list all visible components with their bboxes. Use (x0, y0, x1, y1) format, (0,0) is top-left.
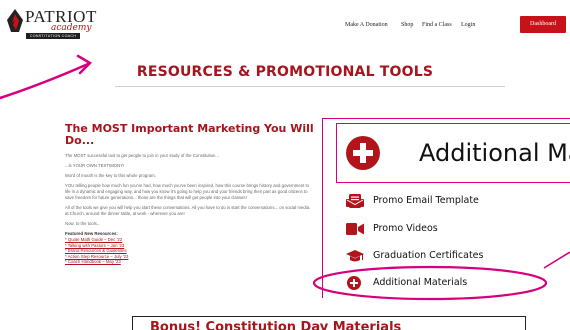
nav-find-a-class[interactable]: Find a Class (422, 18, 452, 32)
article-paragraph: The MOST successful tool to get people t… (65, 153, 219, 158)
resource-label: Additional Materials (373, 277, 468, 288)
bonus-section-title: Bonus! Constitution Day Materials (150, 320, 402, 330)
resource-label: Promo Email Template (373, 195, 479, 206)
resource-label: Promo Videos (373, 223, 438, 234)
nav-make-a-donation[interactable]: Make A Donation (345, 18, 388, 32)
article-paragraph: YOU telling people how much fun you've h… (65, 183, 310, 200)
nav-shop[interactable]: Shop (401, 18, 413, 32)
logo-script-text: academy (51, 23, 92, 33)
callout-heading: Additional Materials (419, 139, 570, 167)
dashboard-button[interactable]: Dashboard (520, 16, 566, 33)
patriot-academy-logo[interactable]: PATRIOT academy CONSTITUTION COACH (5, 6, 115, 40)
article-paragraph: ...is YOUR OWN TESTIMONY! (65, 163, 125, 168)
nav-login[interactable]: Login (461, 18, 475, 32)
plus-circle-icon (347, 276, 361, 290)
graduation-cap-icon (346, 250, 364, 262)
featured-link-coach-handbook[interactable]: * Coach Handbook – May '23 (65, 259, 315, 265)
article-paragraph: All of the tools we give you will help y… (65, 205, 311, 216)
page-title: RESOURCES & PROMOTIONAL TOOLS (136, 64, 434, 80)
resource-label: Graduation Certificates (373, 250, 484, 261)
site-header: PATRIOT academy CONSTITUTION COACH Make … (0, 0, 570, 50)
article-paragraph: Now, to the tools... (65, 221, 101, 226)
email-icon (346, 194, 364, 208)
article-title: The MOST Important Marketing You Will Do… (65, 122, 314, 147)
title-divider (115, 86, 505, 87)
video-camera-icon (346, 223, 364, 235)
flame-logo-icon (7, 9, 23, 32)
logo-tagline: CONSTITUTION COACH (26, 33, 80, 39)
article-paragraph: Word of mouth is the key to this whole p… (65, 173, 156, 178)
callout-heading-clip: Additional Materials (336, 123, 570, 183)
marketing-article: The MOST Important Marketing You Will Do… (65, 123, 315, 265)
